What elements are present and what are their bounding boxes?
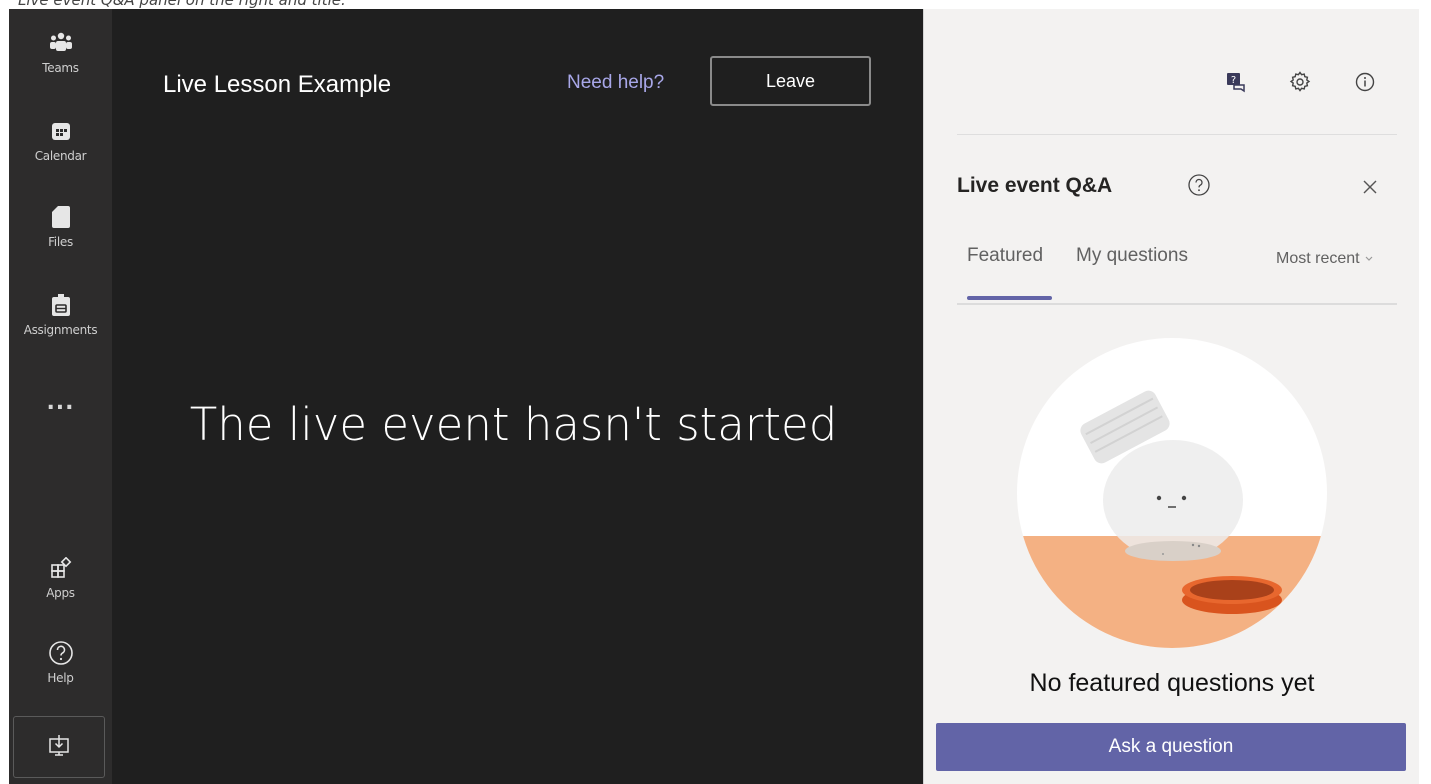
need-help-link[interactable]: Need help? [567, 72, 664, 94]
event-status-text: The live event hasn't started [189, 398, 838, 451]
rail-label: Apps [46, 586, 75, 600]
rail-item-assignments[interactable]: Assignments [9, 291, 112, 363]
rail-item-teams[interactable]: Teams [9, 29, 112, 101]
tab-selected-indicator [967, 296, 1052, 300]
gear-icon[interactable] [1285, 67, 1315, 97]
tab-featured[interactable]: Featured [967, 245, 1043, 267]
info-icon[interactable] [1350, 67, 1380, 97]
qa-panel: ? Live event Q&A Featured My questions M… [923, 9, 1419, 784]
empty-state-message: No featured questions yet [1029, 669, 1315, 697]
rail-label: Calendar [34, 149, 87, 163]
panel-toolbar: ? [923, 67, 1419, 97]
caption-text: Live event Q&A panel on the right and ti… [18, 0, 346, 9]
rail-item-help[interactable]: Help [9, 639, 112, 711]
help-icon [47, 639, 75, 667]
question-mark-icon[interactable] [1185, 171, 1213, 199]
leave-button[interactable]: Leave [710, 56, 871, 106]
rail-item-files[interactable]: Files [9, 203, 112, 275]
assignments-icon [47, 291, 75, 319]
sort-label: Most recent [1276, 250, 1360, 267]
tabs-divider [957, 303, 1397, 305]
app-rail: Teams Calendar Files Assignments ... App… [9, 9, 112, 784]
rail-label: Help [47, 671, 74, 685]
calendar-icon [47, 117, 75, 145]
rail-label: Files [48, 235, 73, 249]
download-icon [47, 733, 71, 761]
tab-my-questions[interactable]: My questions [1076, 245, 1188, 267]
event-stage: Live Lesson Example Need help? Leave The… [112, 9, 923, 784]
more-apps-button[interactable]: ... [9, 392, 112, 414]
close-icon[interactable] [1356, 173, 1384, 201]
qa-panel-title: Live event Q&A [957, 174, 1113, 197]
qa-icon[interactable]: ? [1221, 67, 1251, 97]
ask-question-button[interactable]: Ask a question [936, 723, 1406, 771]
files-icon [47, 203, 75, 231]
sort-dropdown[interactable]: Most recent [1276, 250, 1374, 268]
event-title: Live Lesson Example [163, 71, 392, 98]
empty-jar-illustration [1013, 335, 1331, 651]
teams-icon [47, 29, 75, 57]
event-status-message: The live event hasn't started [112, 398, 923, 451]
rail-item-apps[interactable]: Apps [9, 554, 112, 626]
rail-label: Teams [42, 61, 79, 75]
rail-item-calendar[interactable]: Calendar [9, 117, 112, 189]
panel-divider [957, 134, 1397, 135]
apps-icon [47, 554, 75, 582]
download-app-button[interactable] [13, 716, 105, 778]
rail-label: Assignments [23, 323, 98, 337]
chevron-down-icon [1364, 250, 1374, 267]
